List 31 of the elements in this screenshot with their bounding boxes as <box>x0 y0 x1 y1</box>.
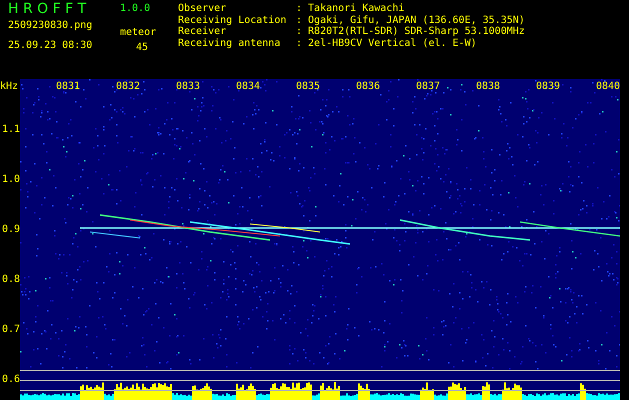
frequency-label: 1.1 <box>2 124 20 136</box>
frequency-label: 0.6 <box>2 374 20 386</box>
info-value: : 2el-HB9CV Vertical (el. E-W) <box>296 38 478 49</box>
date-time: 25.09.23 08:30 <box>8 40 94 52</box>
time-label: 0833 <box>176 81 200 93</box>
info-value: : Takanori Kawachi <box>296 3 406 14</box>
info-label: Observer <box>178 3 228 14</box>
app-title: H R O F F T <box>8 1 88 17</box>
time-label: 0834 <box>236 81 260 93</box>
time-label: 0836 <box>356 81 380 93</box>
unit-label: kHz <box>0 81 18 93</box>
time-label: 0837 <box>416 81 440 93</box>
time-label: 0839 <box>536 81 560 93</box>
time-label: 0838 <box>476 81 500 93</box>
time-label: 0832 <box>116 81 140 93</box>
frequency-label: 0.8 <box>2 274 20 286</box>
frequency-label: 0.9 <box>2 224 20 236</box>
info-label: Receiver <box>178 26 228 38</box>
info-label: Receiving Location <box>178 14 288 26</box>
version-label: 1.0.0 <box>120 3 152 15</box>
meteor-count: 45 <box>135 42 150 54</box>
meteor-label: meteor <box>120 27 158 39</box>
time-label: 0831 <box>56 81 80 93</box>
info-label: Receiving antenna <box>178 38 282 49</box>
file-name: 2509230830.png <box>8 20 94 32</box>
frequency-label: 1.0 <box>2 174 20 186</box>
time-label: 0835 <box>296 81 320 93</box>
info-value: : R820T2(RTL-SDR) SDR-Sharp 53.1000MHz <box>296 26 525 38</box>
time-label: 0840 <box>596 81 620 93</box>
frequency-label: 0.7 <box>2 324 20 336</box>
info-value: : Ogaki, Gifu, JAPAN (136.60E, 35.35N) <box>296 14 525 26</box>
